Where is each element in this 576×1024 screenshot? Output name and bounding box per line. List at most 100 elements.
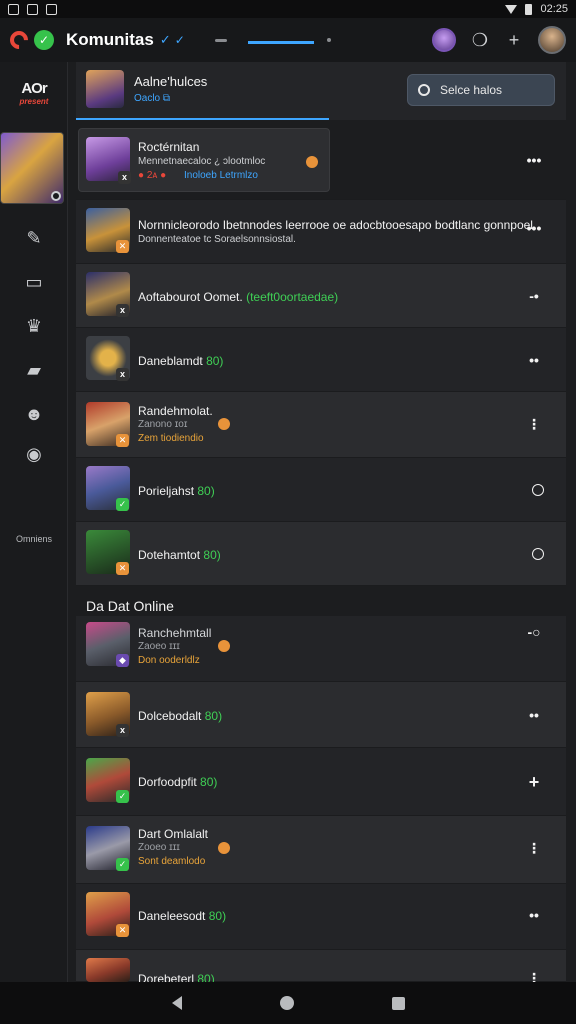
sidebar-logo[interactable]: AOr present — [14, 76, 54, 110]
tab-indicator-dot[interactable] — [326, 38, 331, 42]
search-placeholder: Selce halos — [440, 83, 503, 97]
more-options-icon[interactable]: ⋮ — [522, 840, 546, 857]
list-item[interactable]: ✓ Porieljahst 80) — [76, 458, 566, 522]
notification-icon — [46, 3, 57, 15]
more-options-icon[interactable]: •• — [522, 907, 546, 923]
back-icon[interactable] — [171, 996, 182, 1010]
more-options-icon[interactable]: ••• — [522, 152, 546, 168]
member-activity: Don ooderldlz — [138, 655, 200, 666]
member-status-online: 80) — [204, 709, 223, 723]
app-logo-icon[interactable] — [6, 27, 32, 53]
badge-icon: ✕ — [116, 434, 129, 447]
sidebar: AOr present ✎ ▭ ♛ ▰ ☻ ◉ Omniens — [0, 62, 68, 982]
sidebar-logo-text: AOr — [21, 80, 47, 97]
list-item[interactable]: x Roctérnitan Mennetnaecaloc ¿ ɔlootmloc… — [76, 120, 566, 200]
community-subtitle: Oaclo ⧉ — [134, 93, 171, 104]
member-activity: Zem tiodiendio — [138, 433, 204, 444]
member-tag-red: ● 2ᴀ ● — [138, 170, 167, 181]
system-nav-bar — [0, 982, 576, 1024]
status-left — [8, 3, 57, 15]
active-tab-underline — [248, 41, 314, 44]
status-orange-icon — [218, 418, 230, 430]
badge-icon: ✓ — [116, 498, 129, 511]
more-options-icon[interactable]: ⋮ — [522, 416, 546, 433]
status-orange-icon — [306, 156, 318, 168]
section-title-online: Da Dat Online — [86, 598, 174, 614]
more-options-icon[interactable]: -○ — [522, 624, 546, 640]
member-avatar — [86, 958, 130, 982]
add-friend-icon[interactable]: + — [522, 772, 546, 793]
card-icon[interactable]: ▰ — [22, 358, 46, 382]
community-thumbnail[interactable] — [86, 70, 124, 108]
member-name: Randehmolat. — [138, 404, 213, 418]
profile-avatar[interactable] — [432, 28, 456, 52]
online-status-icon[interactable]: ✓ — [34, 30, 54, 50]
list-item[interactable]: ◆ Ranchehmtall Zaoeo ɪɪɪ Don ooderldlz -… — [76, 616, 566, 682]
status-bar: 02:25 — [0, 0, 576, 18]
member-status: Donnenteatoe tc Soraelsonnsiostal. — [138, 234, 296, 245]
member-status-online: 80) — [208, 909, 227, 923]
clipboard-icon[interactable]: ▭ — [22, 270, 46, 294]
home-icon[interactable]: ◉ — [22, 442, 46, 466]
status-time: 02:25 — [540, 3, 568, 15]
user-avatar[interactable] — [538, 26, 566, 54]
list-item[interactable]: x Dolcebodalt 80) •• — [76, 682, 566, 748]
member-name: Daneblamdt 80) — [138, 354, 224, 368]
badge-icon: ✕ — [116, 924, 129, 937]
member-name: Aoftabourot Oomet. (teeft0oortaedae) — [138, 290, 339, 304]
wifi-icon — [505, 4, 518, 14]
list-item[interactable]: ✕ Randehmolat. Zanono ɪᴏɪ Zem tiodiendio… — [76, 392, 566, 458]
group-icon[interactable]: ♛ — [22, 314, 46, 338]
badge-icon: ✓ — [116, 858, 129, 871]
badge-icon: ✕ — [116, 240, 129, 253]
chat-icon[interactable]: ❍ — [470, 30, 490, 51]
more-options-icon[interactable]: •• — [522, 352, 546, 368]
community-header: Aalne'hulces Oaclo ⧉ Selce halos — [76, 62, 566, 120]
member-name: Dart Omlalalt — [138, 827, 209, 841]
list-item[interactable]: ✕ Nornnicleorodo Ibetnnodes leerrooe oe … — [76, 200, 566, 264]
list-item[interactable]: x Aoftabourot Oomet. (teeft0oortaedae) -… — [76, 264, 566, 328]
select-radio-icon[interactable] — [532, 484, 544, 496]
sidebar-logo-subtext: present — [19, 97, 49, 106]
more-options-icon[interactable]: ••• — [522, 220, 546, 236]
banner-status-icon — [51, 191, 61, 201]
member-status-online: 80) — [203, 548, 221, 562]
more-options-icon[interactable]: -• — [522, 288, 546, 304]
more-options-icon[interactable]: •• — [522, 707, 546, 723]
notification-icon — [8, 3, 19, 15]
status-right: 02:25 — [505, 3, 568, 15]
member-status-online: 80) — [197, 484, 215, 498]
list-item[interactable]: ✕ Daneleesodt 80) •• — [76, 884, 566, 950]
game-banner-thumbnail[interactable] — [0, 132, 64, 204]
top-app-bar: ✓ Komunitas ✓ ✓ ❍ + — [0, 18, 576, 62]
list-item[interactable]: ✓ Dart Omlalalt Zooeo ɪɪɪ Sont deamlodo … — [76, 816, 566, 884]
member-status-online: 80) — [206, 354, 224, 368]
search-box[interactable]: Selce halos — [407, 74, 555, 106]
member-name: Dorfoodpfit 80) — [138, 775, 218, 789]
member-name: Ranchehmtall — [138, 626, 212, 640]
verified-icon-secondary: ✓ — [174, 33, 185, 47]
member-name: Nornnicleorodo Ibetnnodes leerrooe oe ⁠a… — [138, 218, 537, 232]
tab-indicator[interactable] — [214, 38, 227, 42]
recents-icon[interactable] — [391, 996, 405, 1010]
edit-icon[interactable]: ✎ — [22, 226, 46, 250]
badge-icon: x — [116, 304, 129, 317]
badge-icon: x — [116, 724, 129, 737]
member-status: Zanono ɪᴏɪ — [138, 419, 188, 430]
add-icon[interactable]: + — [504, 30, 524, 51]
list-item[interactable]: ✓ Dorfoodpfit 80) + — [76, 748, 566, 816]
community-title: Aalne'hulces — [134, 74, 208, 89]
badge-icon: ◆ — [116, 654, 129, 667]
notification-icon — [27, 3, 38, 15]
person-icon[interactable]: ☻ — [22, 402, 46, 426]
badge-icon: x — [118, 171, 131, 184]
member-name: Dolcebodalt 80) — [138, 709, 223, 723]
list-item[interactable]: x Daneblamdt 80) •• — [76, 328, 566, 392]
member-name: Dotehamtot 80) — [138, 548, 221, 562]
list-item[interactable]: ✕ Dotehamtot 80) — [76, 522, 566, 586]
select-radio-icon[interactable] — [532, 548, 544, 560]
list-item[interactable]: Dorebeterl 80) ⋮ — [76, 950, 566, 986]
battery-icon — [525, 3, 533, 15]
badge-icon: ✕ — [116, 562, 129, 575]
home-button-icon[interactable] — [279, 996, 294, 1010]
